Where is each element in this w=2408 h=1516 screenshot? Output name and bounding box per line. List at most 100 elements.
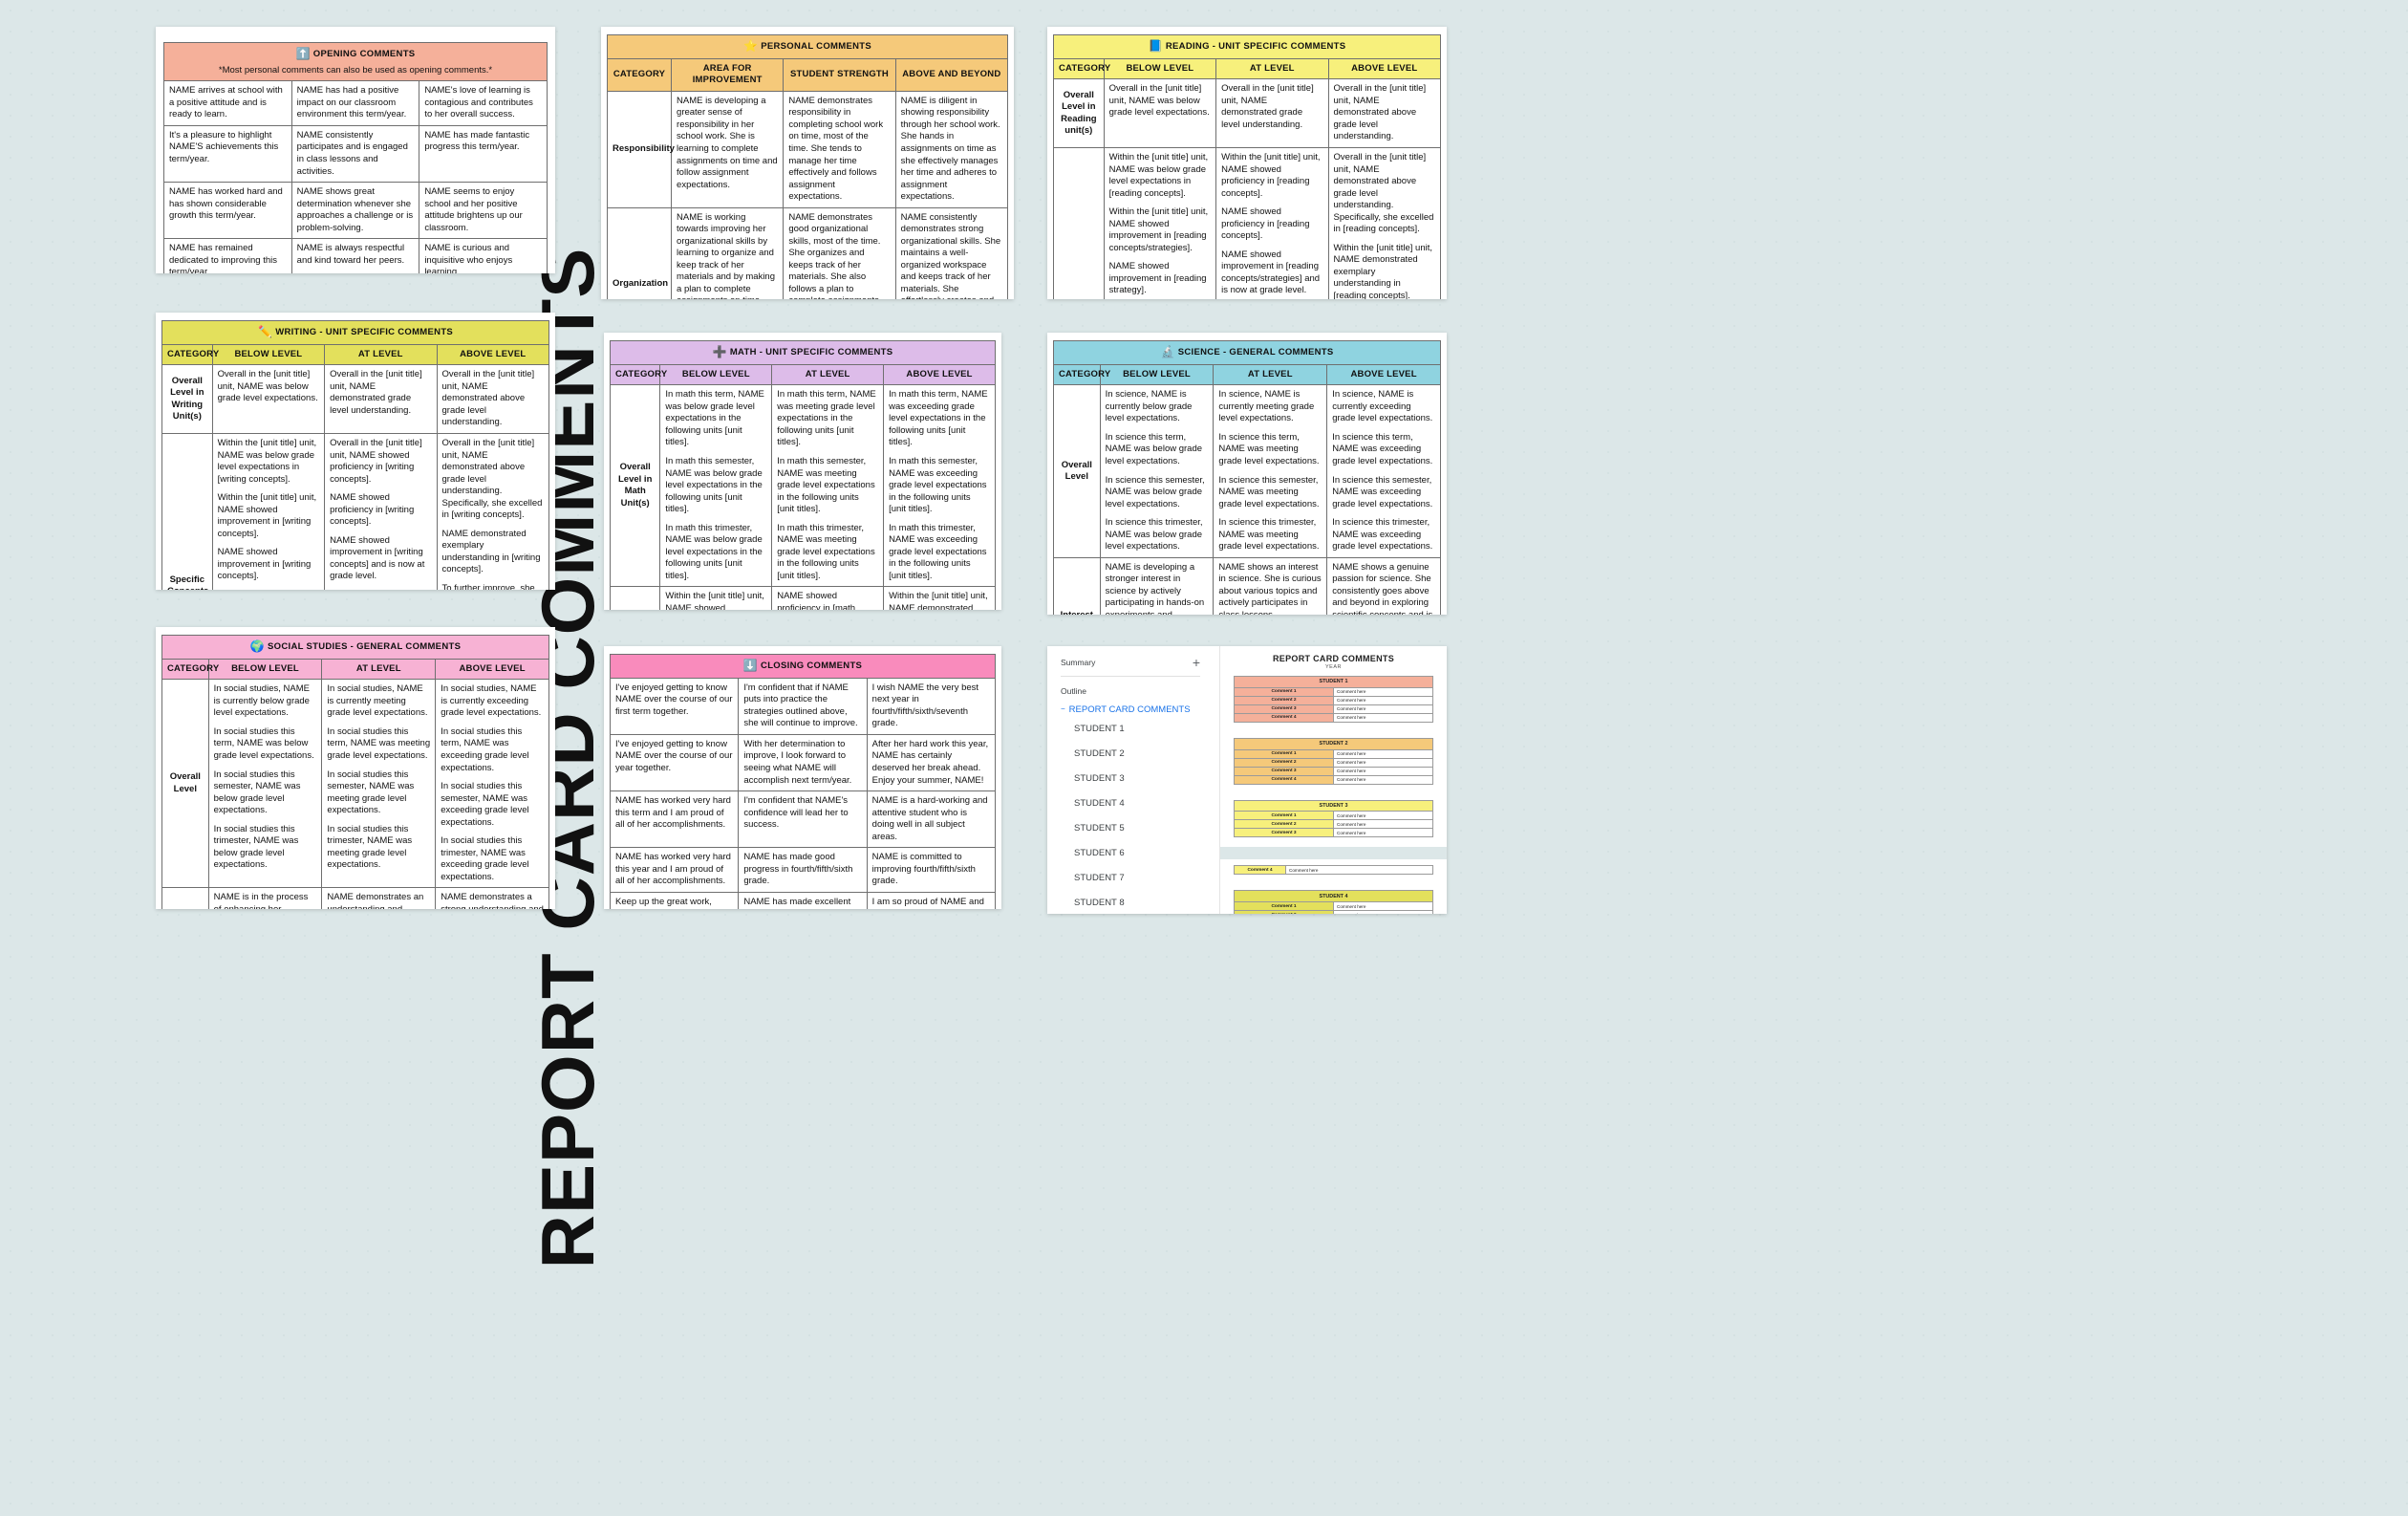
- comment-value[interactable]: Comment here: [1333, 757, 1433, 768]
- comment-label: Comment 1: [1234, 811, 1334, 821]
- comment-value[interactable]: Comment here: [1333, 910, 1433, 914]
- column-header-below-level: BELOW LEVEL: [659, 363, 773, 386]
- above-and-beyond-cell: NAME is diligent in showing responsibili…: [894, 90, 1009, 208]
- below-level-cell: In science, NAME is currently below grad…: [1099, 384, 1215, 558]
- closing-title: CLOSING COMMENTS: [761, 661, 863, 671]
- comment-cell: NAME is curious and inquisitive who enjo…: [419, 238, 548, 273]
- opening-subtitle: *Most personal comments can also be used…: [218, 64, 493, 76]
- comment-label: Comment 4: [1234, 865, 1286, 876]
- comment-cell: Keep up the great work, NAME - your dedi…: [609, 891, 740, 909]
- comment-value[interactable]: Comment here: [1333, 811, 1433, 821]
- comment-cell: It's a pleasure to highlight NAME'S achi…: [163, 124, 292, 184]
- comment-row: Comment 4 Comment here: [1234, 774, 1433, 785]
- comment-row: Comment 1 Comment here: [1234, 901, 1433, 912]
- comment-value[interactable]: Comment here: [1333, 828, 1433, 838]
- comment-cell: I'm confident that if NAME puts into pra…: [738, 677, 868, 735]
- plus-icon[interactable]: +: [1193, 656, 1200, 669]
- comment-label: Comment 1: [1234, 686, 1334, 697]
- comment-row: Comment 1 Comment here: [1234, 686, 1433, 697]
- table-row: Specific ConceptsWithin the [unit title]…: [609, 586, 996, 610]
- comment-cell: NAME has had a positive impact on our cl…: [290, 80, 420, 126]
- outline-student-item[interactable]: STUDENT 1: [1074, 724, 1219, 734]
- comment-value[interactable]: Comment here: [1333, 712, 1433, 723]
- comment-value[interactable]: Comment here: [1333, 819, 1433, 830]
- category-cell: Specific Concepts: [1053, 147, 1105, 299]
- comment-cell: NAME's love of learning is contagious an…: [419, 80, 548, 126]
- below-level-cell: Overall in the [unit title] unit, NAME w…: [211, 364, 326, 435]
- column-header-below-level: BELOW LEVEL: [211, 343, 326, 366]
- table-row: I've enjoyed getting to know NAME over t…: [609, 733, 997, 792]
- category-cell: Interest in Science: [1053, 556, 1101, 615]
- table-row: NAME has worked hard and has shown consi…: [163, 182, 548, 240]
- student-comment-table[interactable]: STUDENT 2 Comment 1 Comment here Comment 2C…: [1234, 737, 1433, 785]
- comment-value[interactable]: Comment here: [1333, 774, 1433, 785]
- comment-cell: With her determination to improve, I loo…: [738, 733, 868, 792]
- table-row: Overall Level In social studies, NAME is …: [161, 679, 549, 889]
- table-row: Overall Level in Math Unit(s) In math thi…: [609, 384, 996, 588]
- outline-student-item[interactable]: STUDENT 5: [1074, 823, 1219, 834]
- summary-row[interactable]: Summary +: [1061, 656, 1219, 669]
- comment-value[interactable]: Comment here: [1333, 748, 1433, 759]
- column-header-at-level: AT LEVEL: [1215, 57, 1329, 80]
- collapse-caret-icon[interactable]: −: [1061, 704, 1065, 715]
- opening-comments-banner: ⬆️ OPENING COMMENTS *Most personal commen…: [163, 41, 548, 82]
- closing-comments-banner: ⬇️ CLOSING COMMENTS: [610, 654, 996, 679]
- comment-cell: NAME is always respectful and kind towar…: [290, 238, 420, 273]
- comment-value[interactable]: Comment here: [1333, 695, 1433, 705]
- table-row: NAME arrives at school with a positive a…: [163, 80, 548, 126]
- student-comment-table[interactable]: STUDENT 1 Comment 1 Comment here Comment 2C…: [1234, 676, 1433, 723]
- comment-value[interactable]: Comment here: [1333, 704, 1433, 714]
- column-header-at-level: AT LEVEL: [1213, 363, 1328, 386]
- comment-label: Comment 2: [1234, 757, 1334, 768]
- comment-value[interactable]: Comment here: [1333, 766, 1433, 776]
- opening-comments-sheet: ⬆️ OPENING COMMENTS *Most personal commen…: [156, 27, 555, 273]
- up-arrow-icon: ⬆️: [295, 47, 311, 60]
- at-level-cell: NAME showed proficiency in [math concept…: [771, 586, 885, 610]
- outline-student-item[interactable]: STUDENT 7: [1074, 873, 1219, 883]
- outline-student-item[interactable]: STUDENT 4: [1074, 798, 1219, 809]
- student-comment-table[interactable]: STUDENT 4Comment 1Comment hereComment 2C…: [1234, 890, 1433, 914]
- above-level-cell: In social studies, NAME is currently exc…: [435, 679, 549, 889]
- column-header-category: CATEGORY: [609, 363, 667, 386]
- outline-doc-title[interactable]: − REPORT CARD COMMENTS: [1061, 704, 1219, 715]
- table-row: NAME has worked very hard this term and …: [609, 790, 997, 849]
- comment-cell: I'm confident that NAME's confidence wil…: [738, 790, 868, 849]
- social-studies-comments-sheet: 🌍 SOCIAL STUDIES - GENERAL COMMENTS CATEG…: [156, 627, 555, 909]
- google-docs-panel: Summary + Outline − REPORT CARD COMMENTS…: [1047, 646, 1447, 914]
- at-level-cell: NAME demonstrates an understanding and a…: [321, 887, 437, 909]
- comment-cell: NAME has made fantastic progress this te…: [419, 124, 548, 184]
- comment-value[interactable]: Comment here: [1285, 865, 1433, 876]
- at-level-cell: Within the [unit title] unit, NAME showe…: [1215, 147, 1329, 299]
- outline-student-item[interactable]: STUDENT 6: [1074, 848, 1219, 858]
- comment-row: Comment 3 Comment here: [1234, 828, 1433, 838]
- outline-student-item[interactable]: STUDENT 3: [1074, 773, 1219, 784]
- document-body[interactable]: REPORT CARD COMMENTS YEAR STUDENT 1 Comme…: [1219, 646, 1447, 914]
- above-and-beyond-cell: NAME consistently demonstrates strong or…: [894, 206, 1009, 299]
- table-row: Responsibility NAME is developing a great…: [606, 90, 1009, 208]
- comment-cell: I am so proud of NAME and wish her well …: [866, 891, 997, 909]
- student-comment-table[interactable]: STUDENT 3 Comment 1 Comment here Comment 2C…: [1234, 799, 1433, 838]
- column-header-category: CATEGORY: [161, 658, 219, 681]
- column-header-below-level: BELOW LEVEL: [1099, 363, 1215, 386]
- writing-comments-banner: ✏️ WRITING - UNIT SPECIFIC COMMENTS: [161, 320, 549, 345]
- category-cell: Overall Level in Math Unit(s): [609, 384, 661, 588]
- comment-value[interactable]: Comment here: [1333, 686, 1433, 697]
- divider: [1061, 676, 1200, 677]
- summary-label: Summary: [1061, 658, 1096, 667]
- comment-row: Comment 4 Comment here: [1234, 712, 1433, 723]
- comment-value[interactable]: Comment here: [1333, 901, 1433, 912]
- comment-row: Comment 3 Comment here: [1234, 704, 1433, 714]
- student-comment-table[interactable]: Comment 4 Comment here: [1234, 865, 1433, 876]
- column-header-area-for-improvement: AREA FOR IMPROVEMENT: [671, 57, 785, 92]
- outline-student-item[interactable]: STUDENT 8: [1074, 898, 1219, 908]
- student-name-header: STUDENT 4: [1234, 890, 1433, 903]
- column-header-above-level: ABOVE LEVEL: [1326, 363, 1441, 386]
- column-header-below-level: BELOW LEVEL: [207, 658, 323, 681]
- writing-comments-table: ✏️ WRITING - UNIT SPECIFIC COMMENTS CATEG…: [161, 320, 550, 590]
- outline-student-item[interactable]: STUDENT 2: [1074, 748, 1219, 759]
- star-icon: ⭐: [742, 39, 759, 53]
- comment-row: Comment 2Comment here: [1234, 819, 1433, 830]
- comment-label: Comment 2: [1234, 695, 1334, 705]
- comment-cell: NAME has remained dedicated to improving…: [163, 238, 292, 273]
- comment-label: Comment 4: [1234, 712, 1334, 723]
